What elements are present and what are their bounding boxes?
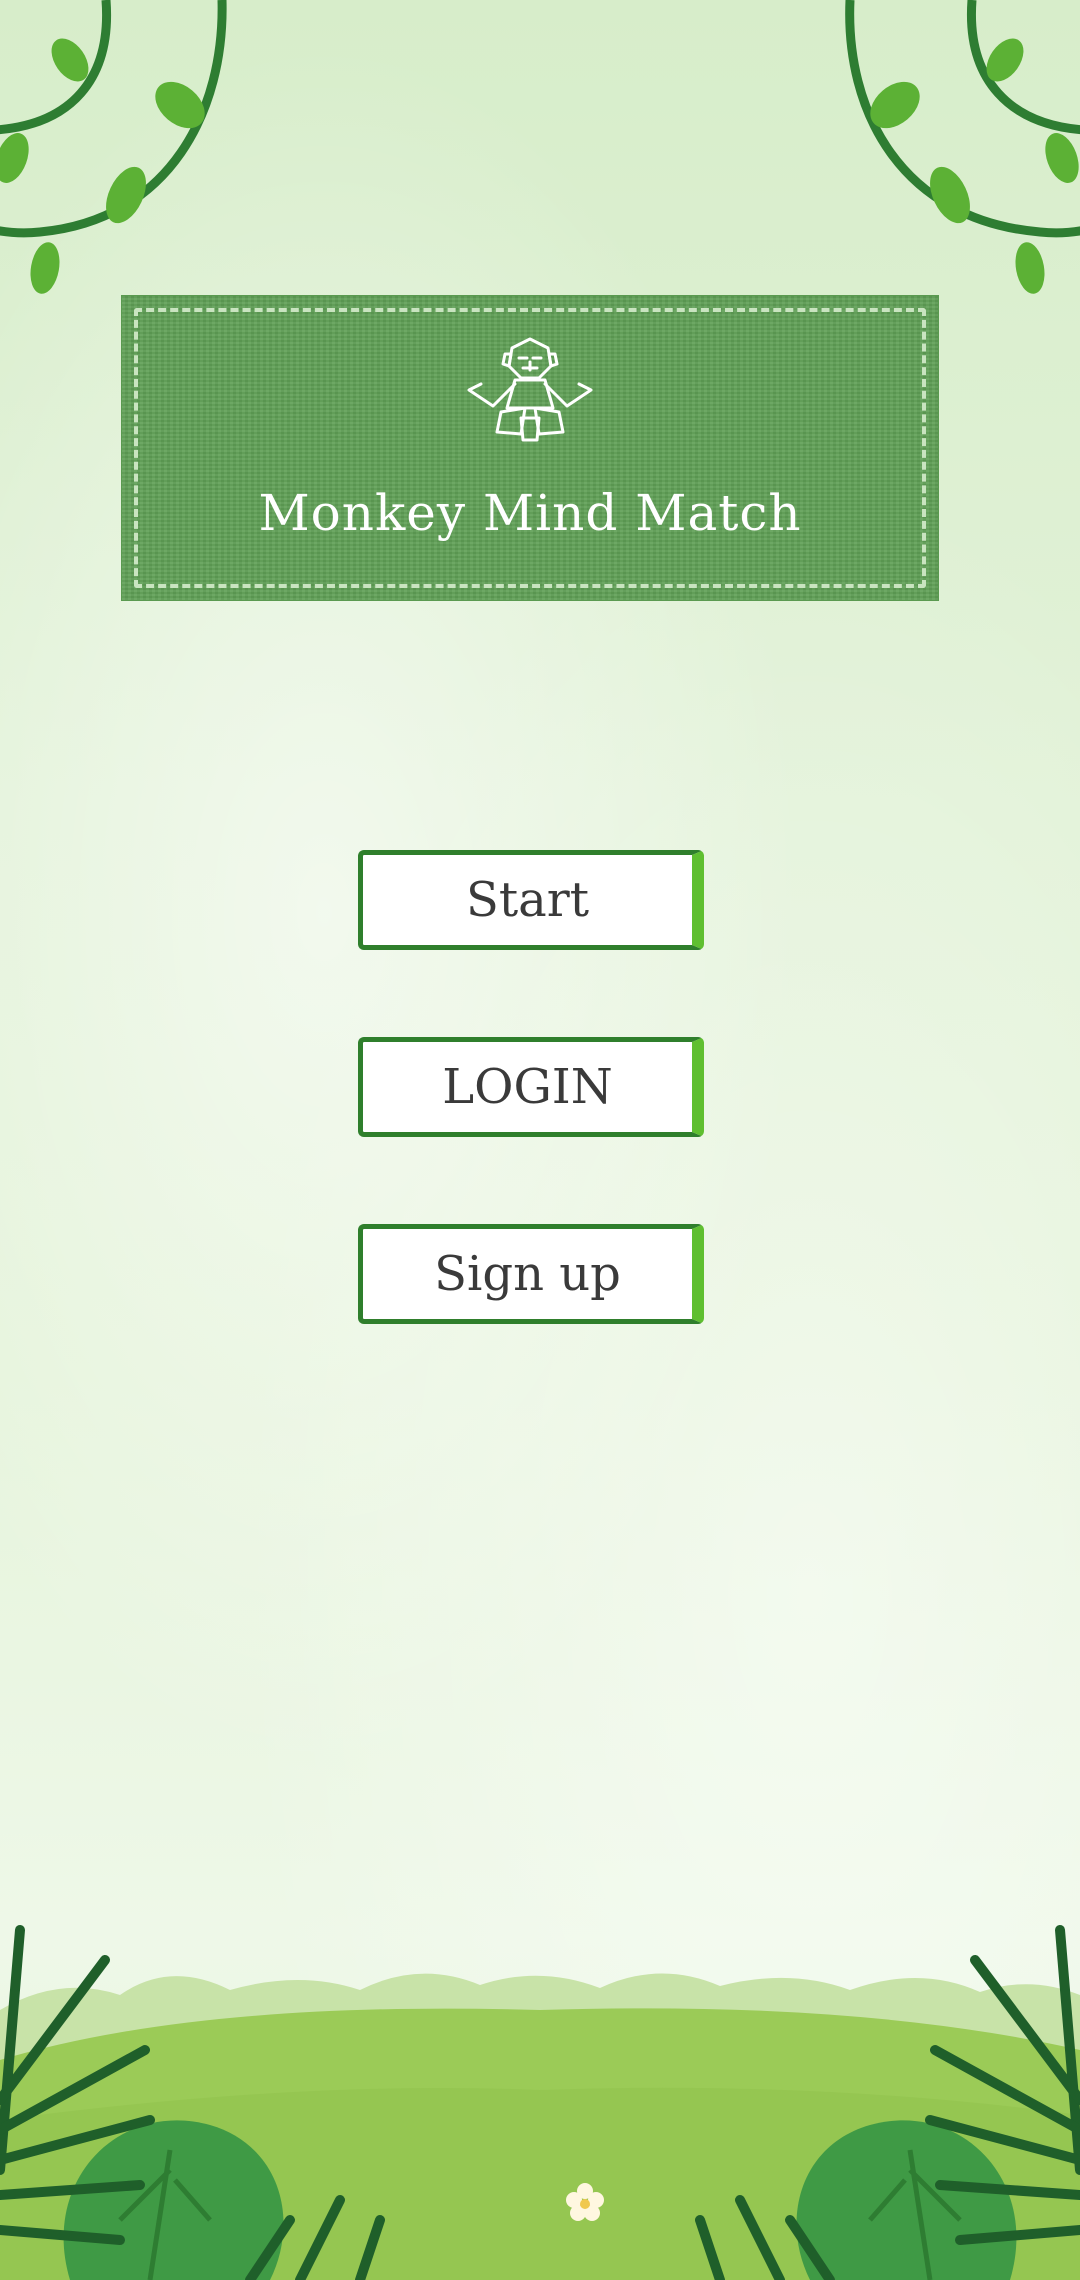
- vine-top-right-icon: [845, 0, 1080, 294]
- jungle-grass-icon: [0, 1925, 1080, 2280]
- app-title: Monkey Mind Match: [258, 484, 802, 542]
- monkey-logo-icon: [467, 337, 593, 442]
- title-banner: Monkey Mind Match: [122, 296, 938, 600]
- login-button[interactable]: LOGIN: [358, 1037, 704, 1137]
- start-button[interactable]: Start: [358, 850, 704, 950]
- signup-button[interactable]: Sign up: [358, 1224, 704, 1324]
